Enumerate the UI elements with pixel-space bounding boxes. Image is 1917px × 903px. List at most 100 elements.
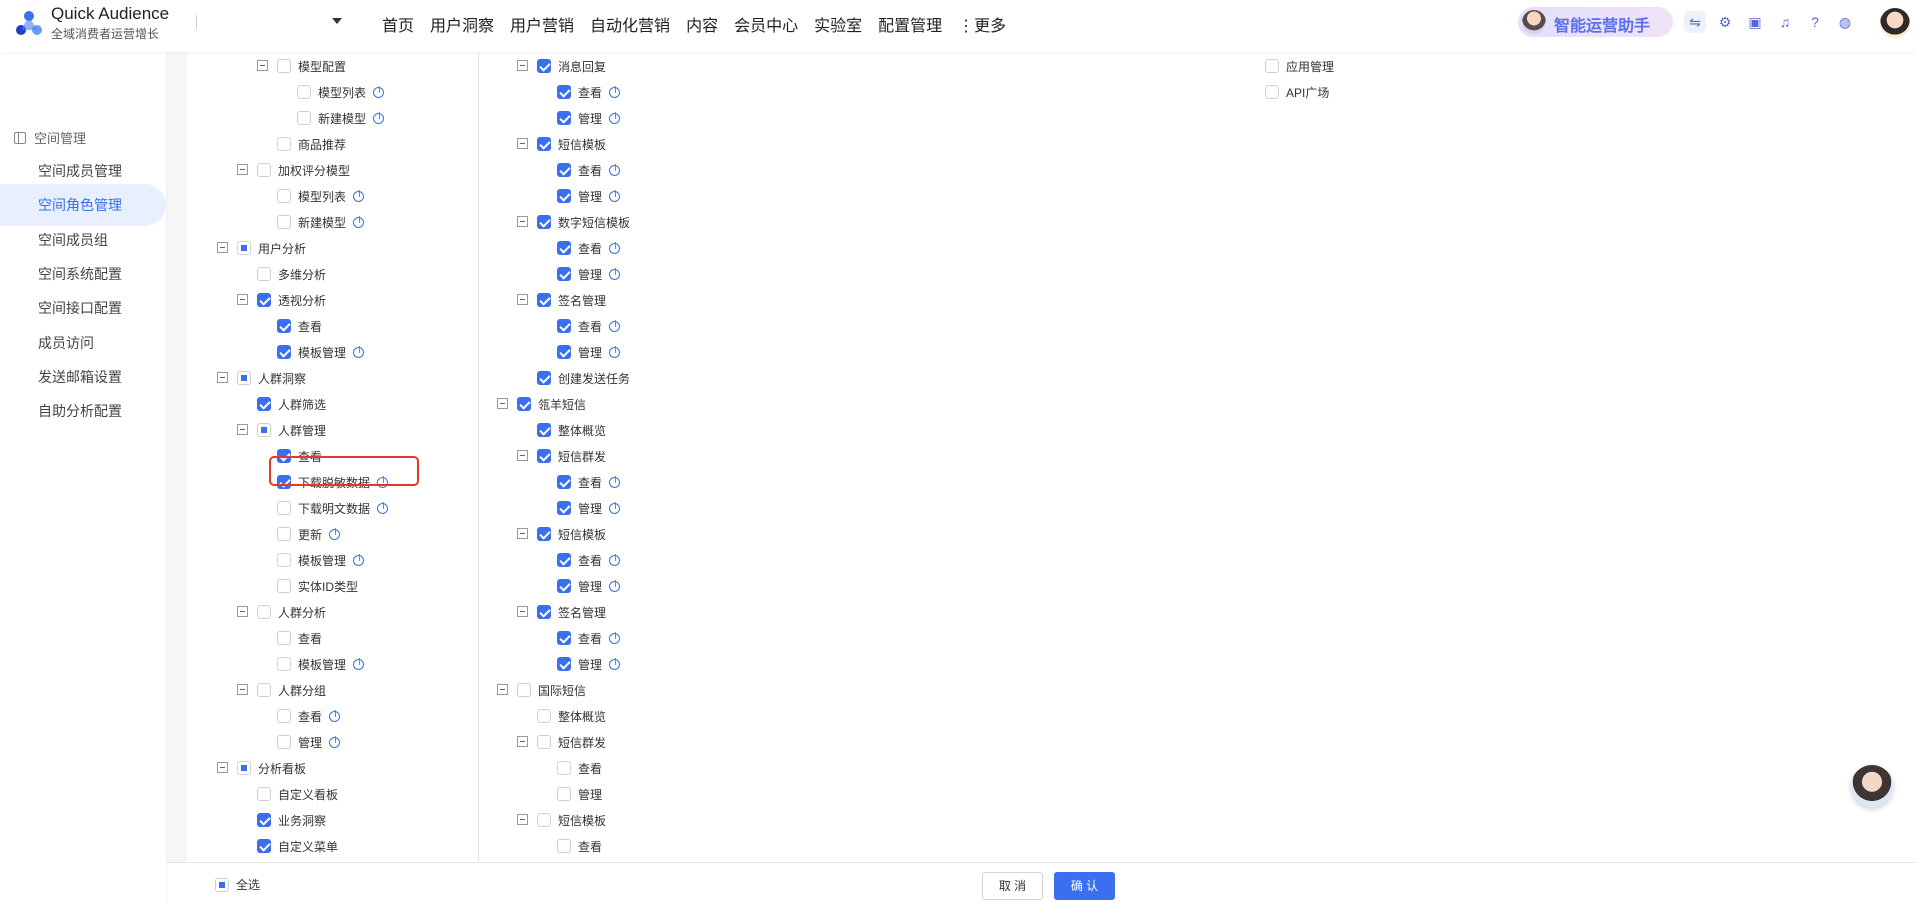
permission-checkbox[interactable]	[257, 423, 271, 437]
permission-tree-node[interactable]: 用户分析	[237, 237, 306, 259]
info-icon[interactable]	[609, 632, 621, 644]
collapse-toggle-icon[interactable]	[237, 164, 248, 175]
permission-tree-node[interactable]: 查看	[557, 81, 621, 103]
gear-icon[interactable]: ⚙	[1714, 11, 1736, 33]
permission-checkbox[interactable]	[537, 59, 551, 73]
permission-tree-node[interactable]: 管理	[557, 341, 621, 363]
permission-checkbox[interactable]	[1265, 59, 1279, 73]
info-icon[interactable]	[329, 736, 341, 748]
permission-checkbox[interactable]	[277, 553, 291, 567]
permission-checkbox[interactable]	[297, 111, 311, 125]
info-icon[interactable]	[609, 268, 621, 280]
collapse-toggle-icon[interactable]	[517, 528, 528, 539]
permission-checkbox[interactable]	[257, 267, 271, 281]
permission-tree-node[interactable]: 短信模板	[537, 133, 606, 155]
permission-tree-node[interactable]: 查看	[557, 757, 602, 779]
info-icon[interactable]	[609, 190, 621, 202]
permission-tree-node[interactable]: 模板管理	[277, 341, 365, 363]
permission-tree-node[interactable]: 数字短信模板	[537, 211, 630, 233]
collapse-toggle-icon[interactable]	[517, 60, 528, 71]
collapse-toggle-icon[interactable]	[217, 762, 228, 773]
top-nav-item[interactable]: 会员中心	[734, 12, 798, 36]
select-all-box[interactable]	[215, 877, 229, 892]
sidebar-item[interactable]: 自助分析配置	[0, 390, 166, 432]
permission-checkbox[interactable]	[257, 163, 271, 177]
cancel-button[interactable]: 取 消	[982, 872, 1043, 900]
permission-checkbox[interactable]	[557, 475, 571, 489]
globe-icon[interactable]: ◍	[1834, 11, 1856, 33]
permission-tree-node[interactable]: 短信模板	[537, 809, 606, 831]
collapse-toggle-icon[interactable]	[517, 216, 528, 227]
collapse-toggle-icon[interactable]	[517, 138, 528, 149]
permission-checkbox[interactable]	[557, 319, 571, 333]
top-nav-item[interactable]: ⋮更多	[958, 12, 1006, 36]
permission-checkbox[interactable]	[557, 631, 571, 645]
permission-checkbox[interactable]	[557, 553, 571, 567]
permission-checkbox[interactable]	[537, 371, 551, 385]
permission-checkbox[interactable]	[257, 813, 271, 827]
permission-checkbox[interactable]	[277, 189, 291, 203]
permission-checkbox[interactable]	[557, 345, 571, 359]
permission-tree-node[interactable]: 模板管理	[277, 653, 365, 675]
info-icon[interactable]	[609, 164, 621, 176]
permission-checkbox[interactable]	[257, 683, 271, 697]
permission-checkbox[interactable]	[557, 85, 571, 99]
permission-checkbox[interactable]	[257, 839, 271, 853]
permission-tree-node[interactable]: 人群分析	[257, 601, 326, 623]
permission-tree-node[interactable]: 更新	[277, 523, 341, 545]
permission-tree-node[interactable]: 查看	[277, 627, 322, 649]
permission-tree-node[interactable]: 管理	[557, 263, 621, 285]
info-icon[interactable]	[609, 658, 621, 670]
permission-checkbox[interactable]	[237, 371, 251, 385]
collapse-toggle-icon[interactable]	[237, 424, 248, 435]
permission-tree-node[interactable]: 分析看板	[237, 757, 306, 779]
collapse-toggle-icon[interactable]	[237, 294, 248, 305]
permission-tree-node[interactable]: 整体概览	[537, 419, 606, 441]
permission-checkbox[interactable]	[557, 657, 571, 671]
permission-tree-node[interactable]: 管理	[557, 575, 621, 597]
permission-checkbox[interactable]	[537, 137, 551, 151]
top-nav-item[interactable]: 实验室	[814, 12, 862, 36]
collapse-toggle-icon[interactable]	[257, 60, 268, 71]
permission-checkbox[interactable]	[257, 397, 271, 411]
permission-checkbox[interactable]	[557, 579, 571, 593]
permission-tree-node[interactable]: 消息回复	[537, 55, 606, 77]
collapse-toggle-icon[interactable]	[497, 684, 508, 695]
permission-tree-node[interactable]: 短信群发	[537, 731, 606, 753]
top-nav-item[interactable]: 配置管理	[878, 12, 942, 36]
permission-checkbox[interactable]	[557, 839, 571, 853]
info-icon[interactable]	[373, 86, 385, 98]
top-nav-item[interactable]: 自动化营销	[590, 12, 670, 36]
permission-checkbox[interactable]	[277, 579, 291, 593]
permission-tree-node[interactable]: 查看	[557, 835, 602, 857]
permission-tree-node[interactable]: 查看	[557, 237, 621, 259]
permission-tree-node[interactable]: 自定义菜单	[257, 835, 338, 857]
permission-tree-node[interactable]: 签名管理	[537, 601, 606, 623]
bell-icon[interactable]: ♫	[1774, 11, 1796, 33]
permission-checkbox[interactable]	[557, 787, 571, 801]
permission-checkbox[interactable]	[537, 527, 551, 541]
permission-tree-node[interactable]: 多维分析	[257, 263, 326, 285]
toolbox-icon[interactable]: ▣	[1744, 11, 1766, 33]
permission-checkbox[interactable]	[557, 111, 571, 125]
confirm-button[interactable]: 确 认	[1054, 872, 1115, 900]
permission-tree-node[interactable]: 自定义看板	[257, 783, 338, 805]
collapse-toggle-icon[interactable]	[517, 450, 528, 461]
permission-tree-node[interactable]: 人群管理	[257, 419, 326, 441]
permission-checkbox[interactable]	[277, 527, 291, 541]
info-icon[interactable]	[609, 502, 621, 514]
user-avatar[interactable]	[1880, 8, 1910, 38]
permission-tree-node[interactable]: 管理	[557, 497, 621, 519]
permission-checkbox[interactable]	[537, 709, 551, 723]
help-icon[interactable]: ?	[1804, 11, 1826, 33]
smart-assistant-button[interactable]: 智能运营助手	[1518, 7, 1673, 37]
permission-checkbox[interactable]	[537, 735, 551, 749]
permission-tree-node[interactable]: 商品推荐	[277, 133, 346, 155]
info-icon[interactable]	[609, 476, 621, 488]
permission-checkbox[interactable]	[237, 761, 251, 775]
permission-checkbox[interactable]	[1265, 85, 1279, 99]
permission-tree-node[interactable]: 实体ID类型	[277, 575, 358, 597]
floating-assistant-avatar[interactable]	[1851, 765, 1893, 807]
permission-tree-node[interactable]: 人群筛选	[257, 393, 326, 415]
top-nav-item[interactable]: 用户营销	[510, 12, 574, 36]
